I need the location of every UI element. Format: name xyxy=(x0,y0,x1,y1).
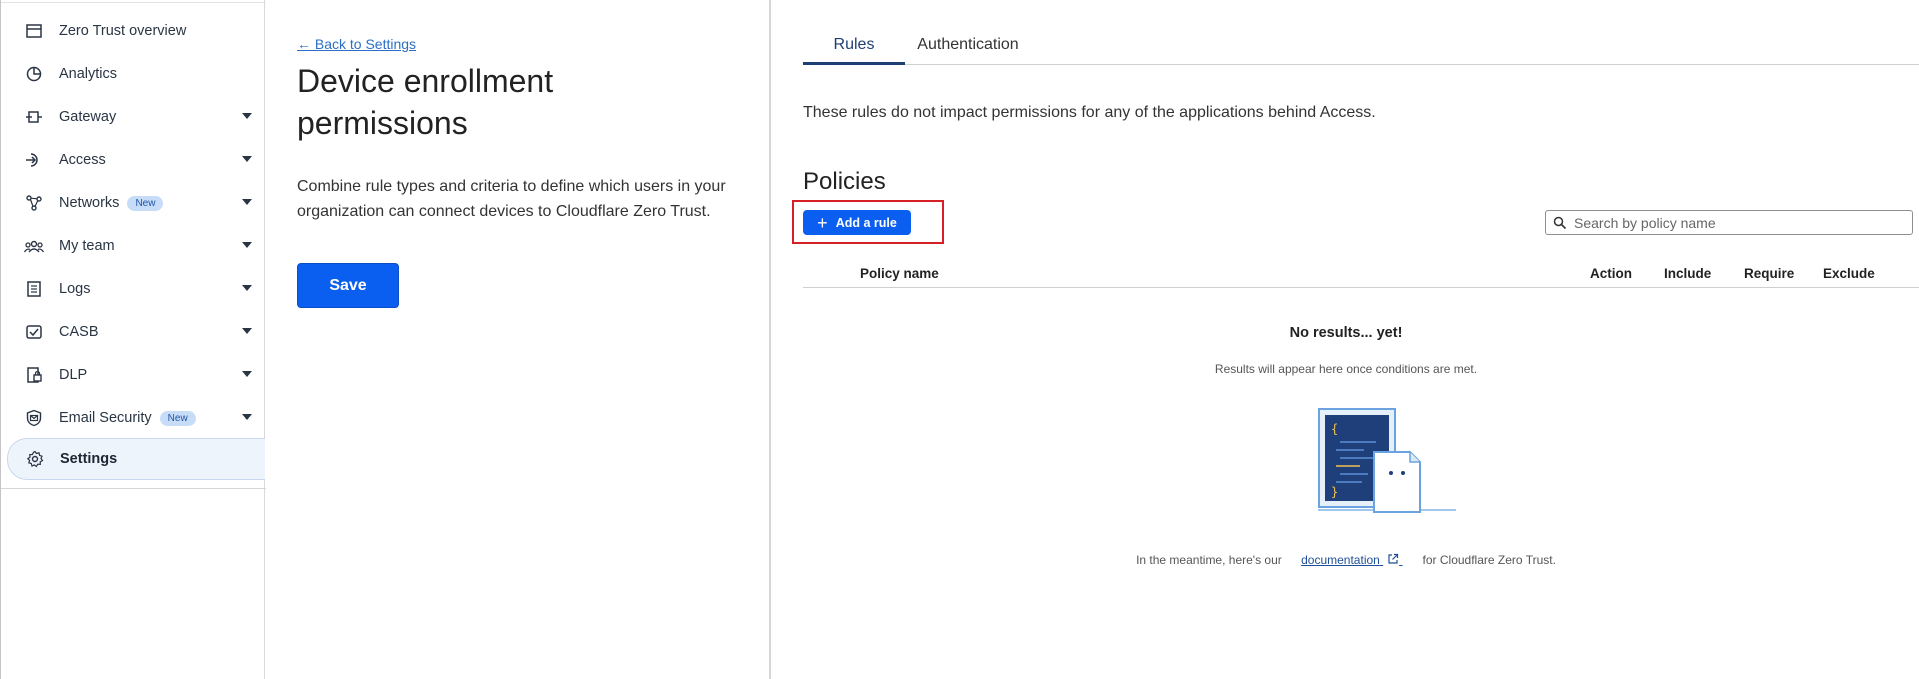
sidebar-item-label: DLP xyxy=(59,367,88,383)
sidebar-item-label: My team xyxy=(59,238,115,254)
add-rule-button[interactable]: + Add a rule xyxy=(803,210,911,235)
sidebar-item-casb[interactable]: CASB xyxy=(7,313,265,351)
save-button[interactable]: Save xyxy=(297,263,399,308)
plus-icon: + xyxy=(817,212,828,233)
new-badge: New xyxy=(127,195,164,211)
sidebar-item-gateway[interactable]: Gateway xyxy=(7,98,265,136)
casb-icon xyxy=(23,321,45,343)
sidebar-item-dlp[interactable]: DLP xyxy=(7,356,265,394)
rules-info-text: These rules do not impact permissions fo… xyxy=(803,104,1376,121)
tab-authentication[interactable]: Authentication xyxy=(913,36,1023,65)
browser-window-icon xyxy=(23,20,45,42)
chevron-down-icon[interactable] xyxy=(242,285,252,291)
empty-state-illustration: { } xyxy=(1316,406,1456,516)
chevron-down-icon[interactable] xyxy=(242,199,252,205)
policy-table-header: Policy name Action Include Require Exclu… xyxy=(803,260,1919,288)
sidebar-item-label: Access xyxy=(59,152,106,168)
tab-bar: Rules Authentication xyxy=(803,30,1919,65)
back-to-settings-link[interactable]: ← Back to Settings xyxy=(297,36,416,52)
documentation-link[interactable]: documentation xyxy=(1301,553,1402,567)
sidebar-top-divider xyxy=(1,2,266,3)
search-icon xyxy=(1546,216,1574,230)
tab-rules[interactable]: Rules xyxy=(803,36,905,65)
page-description: Combine rule types and criteria to defin… xyxy=(297,178,726,220)
empty-state-footer: In the meantime, here's our documentatio… xyxy=(773,553,1919,567)
sidebar-item-label: Networks New xyxy=(59,195,164,211)
documentation-link-text: documentation xyxy=(1301,553,1380,567)
chevron-down-icon[interactable] xyxy=(242,156,252,162)
logs-icon xyxy=(23,278,45,300)
footer-text-before: In the meantime, here's our xyxy=(1136,553,1282,567)
chevron-down-icon[interactable] xyxy=(242,242,252,248)
chevron-down-icon[interactable] xyxy=(242,113,252,119)
sidebar-item-email-security[interactable]: Email Security New xyxy=(7,399,265,437)
column-header-require[interactable]: Require xyxy=(1744,266,1794,281)
sidebar-item-label: Settings xyxy=(60,451,118,467)
chevron-down-icon[interactable] xyxy=(242,414,252,420)
policies-heading: Policies xyxy=(803,168,886,195)
page-title: Device enrollment permissions xyxy=(297,63,554,141)
sidebar-item-label: Gateway xyxy=(59,109,117,125)
svg-text:}: } xyxy=(1331,485,1338,499)
chevron-down-icon[interactable] xyxy=(242,371,252,377)
column-header-action[interactable]: Action xyxy=(1590,266,1632,281)
sidebar-item-access[interactable]: Access xyxy=(7,141,265,179)
empty-state-title: No results... yet! xyxy=(1289,325,1403,341)
sidebar-item-settings[interactable]: Settings xyxy=(7,438,265,480)
gateway-icon xyxy=(23,106,45,128)
sidebar-item-label: Analytics xyxy=(59,66,118,82)
add-rule-label: Add a rule xyxy=(835,215,897,230)
sidebar-item-networks[interactable]: Networks New xyxy=(7,184,265,222)
sidebar-bottom-divider xyxy=(1,488,266,489)
pie-chart-icon xyxy=(23,63,45,85)
empty-state-subtitle: Results will appear here once conditions… xyxy=(1214,362,1478,376)
svg-text:{: { xyxy=(1331,422,1338,436)
access-icon xyxy=(23,149,45,171)
sidebar-item-label: Email Security New xyxy=(59,410,196,426)
rules-panel: Rules Authentication These rules do not … xyxy=(773,0,1919,679)
sidebar-item-text: Networks xyxy=(59,195,120,211)
dlp-icon xyxy=(23,364,45,386)
chevron-down-icon[interactable] xyxy=(242,328,252,334)
gear-icon xyxy=(24,448,46,470)
sidebar-item-logs[interactable]: Logs xyxy=(7,270,265,308)
team-icon xyxy=(23,235,45,257)
sidebar-item-analytics[interactable]: Analytics xyxy=(7,55,265,93)
column-header-policy-name[interactable]: Policy name xyxy=(860,266,939,281)
footer-text-after: for Cloudflare Zero Trust. xyxy=(1422,553,1556,567)
sidebar-item-my-team[interactable]: My team xyxy=(7,227,265,265)
new-badge: New xyxy=(159,410,196,426)
email-security-icon xyxy=(23,407,45,429)
column-header-exclude[interactable]: Exclude xyxy=(1823,266,1875,281)
sidebar-item-zero-trust-overview[interactable]: Zero Trust overview xyxy=(7,12,265,50)
search-input[interactable] xyxy=(1574,214,1894,231)
external-link-icon xyxy=(1383,553,1399,567)
network-icon xyxy=(23,192,45,214)
sidebar: Zero Trust overview Analytics Gateway Ac… xyxy=(0,0,266,679)
sidebar-item-label: Zero Trust overview xyxy=(59,23,187,39)
settings-description-panel: ← Back to Settings Device enrollment per… xyxy=(265,0,771,679)
column-header-include[interactable]: Include xyxy=(1664,266,1711,281)
policy-search[interactable] xyxy=(1545,210,1913,235)
sidebar-item-text: Email Security xyxy=(59,410,152,426)
sidebar-item-label: Logs xyxy=(59,281,91,297)
sidebar-item-label: CASB xyxy=(59,324,99,340)
